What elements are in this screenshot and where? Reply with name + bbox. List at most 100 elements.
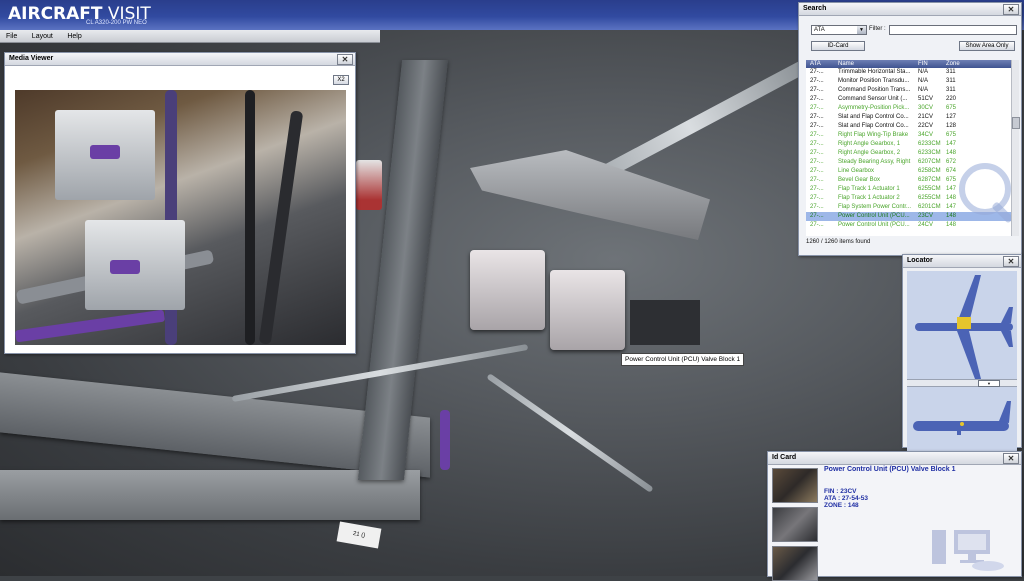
close-icon[interactable]: ✕ — [337, 54, 353, 65]
aircraft-model-label: CL A320-200 PW NEO — [86, 20, 147, 26]
col-zone[interactable]: Zone — [946, 60, 960, 68]
scene-pillar — [357, 60, 449, 480]
photo-purple-sleeve — [15, 309, 166, 343]
cell-name: Right Flap Wing-Tip Brake — [838, 132, 909, 138]
aircraft-locator-graphic — [913, 275, 1013, 435]
scene-valve-block-2[interactable] — [550, 270, 625, 350]
cell-fin: 6233CM — [918, 141, 941, 147]
id-card-window: Id Card ✕ Power Control Unit (PCU) Valve… — [767, 451, 1022, 581]
table-row[interactable]: 27-... Right Angle Gearbox, 1 6233CM 147 — [806, 140, 1011, 149]
zoom-x2-button[interactable]: X2 — [333, 75, 349, 85]
component-name: Power Control Unit (PCU) Valve Block 1 — [824, 466, 956, 473]
cell-name: Line Gearbox — [838, 168, 875, 174]
scene-purple-cable — [440, 410, 450, 470]
table-row[interactable]: 27-... Trimmable Horizontal Sta... N/A 311 — [806, 68, 1011, 77]
media-viewer-title: Media Viewer — [9, 55, 54, 62]
scene-label-tag: 21 () — [336, 521, 382, 549]
chevron-down-icon[interactable]: ▼ — [978, 380, 1000, 387]
cell-ata: 27-... — [810, 78, 824, 84]
id-card-titlebar[interactable]: Id Card ✕ — [768, 452, 1021, 465]
cell-name: Command Sensor Unit (... — [838, 96, 908, 102]
menu-help[interactable]: Help — [61, 31, 87, 43]
results-header: ATA Name FIN Zone — [806, 60, 1011, 68]
locator-title: Locator — [907, 257, 933, 264]
cell-ata: 27-... — [810, 96, 824, 102]
scene-valve-block-1[interactable] — [470, 250, 545, 330]
cell-ata: 27-... — [810, 168, 824, 174]
show-area-only-button[interactable]: Show Area Only — [959, 41, 1015, 51]
table-row[interactable]: 27-... Command Position Trans... N/A 311 — [806, 86, 1011, 95]
table-row[interactable]: 27-... Slat and Flap Control Co... 21CV 127 — [806, 113, 1011, 122]
cell-zone: 220 — [946, 96, 957, 102]
table-row[interactable]: 27-... Asymmetry-Position Pick... 30CV 675 — [806, 104, 1011, 113]
cell-name: Power Control Unit (PCU... — [838, 213, 910, 219]
filter-input[interactable] — [889, 25, 1017, 35]
cell-fin: 6258CM — [918, 168, 941, 174]
component-photo — [15, 90, 346, 345]
table-row[interactable]: 27-... Command Sensor Unit (... 51CV 220 — [806, 95, 1011, 104]
col-fin[interactable]: FIN — [918, 60, 928, 68]
cell-name: Steady Bearing Assy, Right — [838, 159, 911, 165]
table-row[interactable]: 27-... Right Flap Wing-Tip Brake 34CV 675 — [806, 131, 1011, 140]
cell-ata: 27-... — [810, 159, 824, 165]
close-icon[interactable]: ✕ — [1003, 4, 1019, 15]
photo-thumbnail-1[interactable] — [772, 468, 818, 503]
cell-ata: 27-... — [810, 123, 824, 129]
col-name[interactable]: Name — [838, 60, 854, 68]
cell-name: Flap System Power Contr... — [838, 204, 912, 210]
cell-name: Right Angle Gearbox, 1 — [838, 141, 901, 147]
cell-fin: N/A — [918, 78, 929, 84]
results-scrollbar-thumb[interactable] — [1012, 117, 1020, 129]
table-row[interactable]: 27-... Monitor Position Transdu... N/A 311 — [806, 77, 1011, 86]
id-card-title: Id Card — [772, 454, 797, 461]
cell-fin: N/A — [918, 87, 929, 93]
close-icon[interactable]: ✕ — [1003, 453, 1019, 464]
cell-ata: 27-... — [810, 195, 824, 201]
table-row[interactable]: 27-... Power Control Unit (PCU... 24CV 148 — [806, 221, 1011, 230]
id-card-button[interactable]: ID-Card — [811, 41, 865, 51]
cell-name: Flap Track 1 Actuator 2 — [838, 195, 900, 201]
cell-ata: 27-... — [810, 69, 824, 75]
media-viewer-titlebar[interactable]: Media Viewer ✕ — [5, 53, 355, 66]
cell-name: Right Angle Gearbox, 2 — [838, 150, 901, 156]
search-window: Search ✕ ATA ▼ Filter : ID-Card Show Are… — [798, 2, 1022, 256]
cell-zone: 311 — [946, 69, 956, 75]
cell-ata: 27-... — [810, 114, 824, 120]
menu-file[interactable]: File — [0, 31, 23, 43]
photo-thumbnail-2[interactable] — [772, 507, 818, 542]
cell-zone: 311 — [946, 78, 956, 84]
results-scrollbar[interactable] — [1011, 60, 1020, 236]
scene-rod-3 — [486, 373, 654, 493]
search-type-select[interactable]: ATA ▼ — [811, 25, 867, 35]
cell-ata: 27-... — [810, 222, 824, 228]
cell-ata: 27-... — [810, 186, 824, 192]
menu-layout[interactable]: Layout — [26, 31, 59, 43]
cell-name: Command Position Trans... — [838, 87, 911, 93]
cell-name: Trimmable Horizontal Sta... — [838, 69, 911, 75]
locator-titlebar[interactable]: Locator ✕ — [903, 255, 1021, 268]
filter-label: Filter : — [869, 26, 886, 32]
cell-zone: 148 — [946, 213, 957, 219]
cell-ata: 27-... — [810, 105, 824, 111]
cell-zone: 311 — [946, 87, 956, 93]
photo-hose-3 — [245, 90, 255, 345]
table-row[interactable]: 27-... Right Angle Gearbox, 2 6233CM 148 — [806, 149, 1011, 158]
scene-bracket — [470, 150, 710, 240]
locator-view[interactable] — [907, 271, 1017, 451]
scene-beam-lower — [0, 470, 420, 520]
search-type-value: ATA — [814, 27, 825, 33]
cell-fin: 6233CM — [918, 150, 941, 156]
component-ata: ATA : 27-54-53 — [824, 495, 868, 502]
side-location-marker — [960, 422, 964, 426]
cell-zone: 128 — [946, 123, 957, 129]
table-row[interactable]: 27-... Slat and Flap Control Co... 22CV 128 — [806, 122, 1011, 131]
close-icon[interactable]: ✕ — [1003, 256, 1019, 267]
photo-hose-4 — [258, 110, 304, 345]
photo-purple-connector-2 — [110, 260, 140, 274]
col-ata[interactable]: ATA — [810, 60, 821, 68]
cell-ata: 27-... — [810, 204, 824, 210]
search-titlebar[interactable]: Search ✕ — [799, 3, 1021, 16]
chevron-down-icon[interactable]: ▼ — [857, 26, 866, 34]
cell-zone: 675 — [946, 132, 957, 138]
aircraft-side-view-icon — [913, 401, 1011, 435]
